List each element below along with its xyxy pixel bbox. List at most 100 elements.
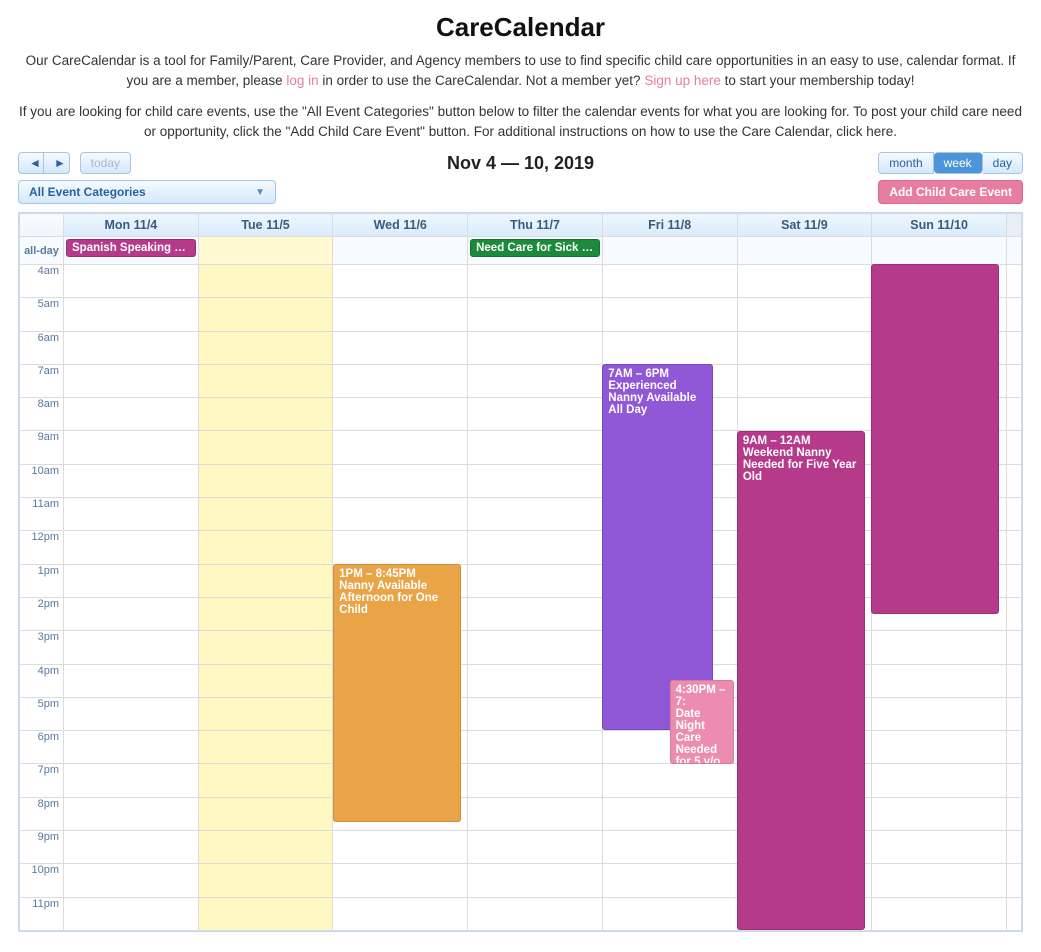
allday-cell[interactable] (872, 237, 1007, 265)
allday-label: all-day (20, 237, 64, 265)
view-switch: month week day (878, 152, 1023, 174)
gutter-cell (1007, 797, 1022, 830)
page-title: CareCalendar (18, 12, 1023, 43)
gutter-cell (1007, 731, 1022, 764)
day-header[interactable]: Fri 11/8 (602, 214, 737, 237)
toolbar-row-2: All Event Categories ▼ Add Child Care Ev… (18, 180, 1023, 204)
hour-label: 10am (20, 464, 64, 497)
gutter-cell (1007, 464, 1022, 497)
allday-cell[interactable] (333, 237, 468, 265)
hour-label: 7am (20, 364, 64, 397)
event-column (468, 264, 603, 931)
allday-cell[interactable]: Spanish Speaking Nanny (64, 237, 199, 265)
event-title: Date Night Care Needed for 5 y/o Twins (676, 708, 721, 763)
chevron-down-icon: ▼ (255, 187, 265, 198)
gutter-header (1007, 214, 1022, 237)
gutter-cell (1007, 864, 1022, 897)
hour-label: 6am (20, 331, 64, 364)
events-layer: 1PM – 8:45PMNanny Available Afternoon fo… (64, 264, 1006, 931)
event-column: 9AM – 12AMWeekend Nanny Needed for Five … (737, 264, 872, 931)
gutter-cell (1007, 265, 1022, 298)
gutter-cell (1007, 531, 1022, 564)
event-title: Experienced Nanny Available All Day (608, 380, 696, 416)
day-header[interactable]: Mon 11/4 (64, 214, 199, 237)
gutter-cell (1007, 664, 1022, 697)
intro-paragraph-1: Our CareCalendar is a tool for Family/Pa… (18, 51, 1023, 92)
date-range-title: Nov 4 — 10, 2019 (18, 153, 1023, 174)
allday-event[interactable]: Need Care for Sick Child (470, 239, 600, 257)
event-title: Nanny Available Afternoon for One Child (339, 580, 438, 616)
hour-label: 4am (20, 265, 64, 298)
event-column (199, 264, 334, 931)
calendar-event[interactable] (871, 264, 999, 614)
gutter-cell (1007, 331, 1022, 364)
axis-header (20, 214, 64, 237)
gutter-cell (1007, 764, 1022, 797)
view-day-button[interactable]: day (983, 152, 1023, 174)
allday-cell[interactable] (737, 237, 872, 265)
calendar-event[interactable]: 7AM – 6PMExperienced Nanny Available All… (602, 364, 712, 730)
hour-label: 3pm (20, 631, 64, 664)
event-time: 7AM – 6PM (608, 368, 706, 380)
gutter-cell (1007, 498, 1022, 531)
hour-label: 9am (20, 431, 64, 464)
gutter-cell (1007, 364, 1022, 397)
event-column (64, 264, 199, 931)
allday-cell[interactable] (602, 237, 737, 265)
next-button[interactable]: ► (44, 152, 70, 174)
login-link[interactable]: log in (286, 73, 318, 88)
intro1-post: to start your membership today! (725, 73, 915, 88)
allday-event[interactable]: Spanish Speaking Nanny (66, 239, 196, 257)
day-header[interactable]: Wed 11/6 (333, 214, 468, 237)
hour-label: 4pm (20, 664, 64, 697)
gutter-cell (1007, 597, 1022, 630)
gutter-cell (1007, 431, 1022, 464)
event-time: 4:30PM – 7: (676, 684, 729, 708)
view-week-button[interactable]: week (934, 152, 983, 174)
hour-label: 5pm (20, 697, 64, 730)
today-button[interactable]: today (80, 152, 131, 174)
calendar-event[interactable]: 1PM – 8:45PMNanny Available Afternoon fo… (333, 564, 461, 822)
gutter-cell (1007, 697, 1022, 730)
allday-cell[interactable]: Need Care for Sick Child (468, 237, 603, 265)
intro1-mid: in order to use the CareCalendar. Not a … (322, 73, 644, 88)
hour-label: 11am (20, 498, 64, 531)
hour-label: 12pm (20, 531, 64, 564)
day-header[interactable]: Sat 11/9 (737, 214, 872, 237)
calendar-event[interactable]: 9AM – 12AMWeekend Nanny Needed for Five … (737, 431, 865, 931)
day-header[interactable]: Sun 11/10 (872, 214, 1007, 237)
category-filter-dropdown[interactable]: All Event Categories ▼ (18, 180, 276, 204)
hour-label: 6pm (20, 731, 64, 764)
allday-cell[interactable] (198, 237, 333, 265)
calendar: Mon 11/4Tue 11/5Wed 11/6Thu 11/7Fri 11/8… (18, 212, 1023, 932)
toolbar-left: ◄ ► today (18, 152, 131, 174)
hour-label: 8am (20, 398, 64, 431)
gutter-cell (1007, 564, 1022, 597)
event-title: Weekend Nanny Needed for Five Year Old (743, 447, 857, 483)
hour-label: 11pm (20, 897, 64, 930)
gutter-cell (1007, 831, 1022, 864)
hour-label: 2pm (20, 597, 64, 630)
event-column: 7AM – 6PMExperienced Nanny Available All… (602, 264, 737, 931)
category-filter-label: All Event Categories (29, 185, 146, 199)
add-child-care-event-button[interactable]: Add Child Care Event (878, 180, 1023, 204)
hour-label: 8pm (20, 797, 64, 830)
gutter-cell (1007, 398, 1022, 431)
calendar-event[interactable]: 4:30PM – 7:Date Night Care Needed for 5 … (670, 680, 735, 763)
gutter-cell (1007, 298, 1022, 331)
gutter-cell (1007, 897, 1022, 930)
day-header[interactable]: Thu 11/7 (468, 214, 603, 237)
calendar-toolbar: ◄ ► today Nov 4 — 10, 2019 month week da… (18, 152, 1023, 174)
event-time: 1PM – 8:45PM (339, 568, 455, 580)
day-header[interactable]: Tue 11/5 (198, 214, 333, 237)
signup-link[interactable]: Sign up here (644, 73, 721, 88)
hour-label: 10pm (20, 864, 64, 897)
prev-button[interactable]: ◄ (18, 152, 44, 174)
intro-paragraph-2: If you are looking for child care events… (18, 102, 1023, 143)
view-month-button[interactable]: month (878, 152, 933, 174)
gutter-cell (1007, 237, 1022, 265)
event-column (871, 264, 1006, 931)
hour-label: 1pm (20, 564, 64, 597)
hour-label: 5am (20, 298, 64, 331)
event-time: 9AM – 12AM (743, 435, 859, 447)
